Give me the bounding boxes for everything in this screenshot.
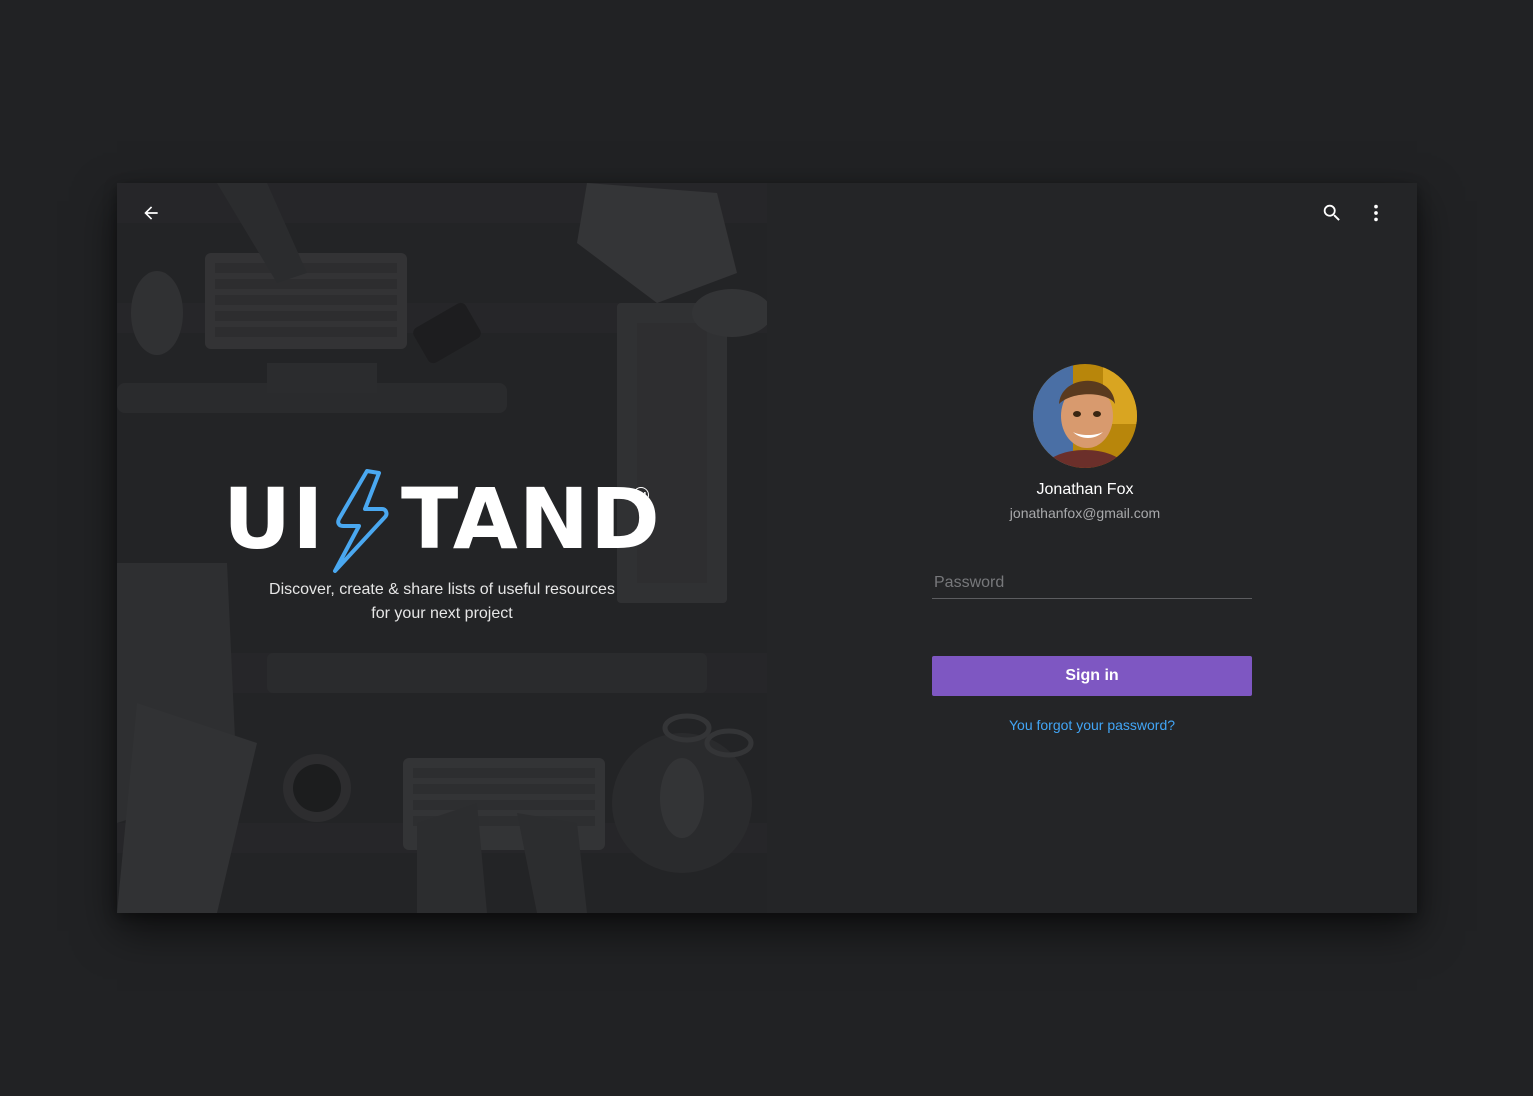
search-button[interactable] [1319,201,1345,229]
more-options-button[interactable] [1363,201,1389,229]
user-name: Jonathan Fox [1036,481,1134,498]
trademark-badge: TM [633,487,649,503]
search-icon [1321,202,1343,229]
user-email: jonathanfox@gmail.com [1009,505,1161,521]
hero-tagline: Discover, create & share lists of useful… [217,578,667,626]
login-card: UI TAND TM Discover, create & share list… [117,183,1417,913]
brand-logo: UI TAND TM [223,469,663,579]
password-field[interactable] [932,568,1252,599]
tagline-line-2: for your next project [371,605,513,622]
signin-panel: Jonathan Fox jonathanfox@gmail.com Sign … [767,183,1417,913]
forgot-password-link[interactable]: You forgot your password? [932,717,1252,733]
logo-text-right: TAND [401,470,661,568]
avatar [1033,364,1137,468]
logo-text-left: UI [223,470,325,568]
hero-panel: UI TAND TM Discover, create & share list… [117,183,767,913]
back-button[interactable] [137,201,165,229]
signin-button[interactable]: Sign in [932,656,1252,696]
tagline-line-1: Discover, create & share lists of useful… [269,581,615,598]
lightning-bolt-icon [319,469,399,578]
password-input[interactable] [932,568,1252,598]
toolbar-actions [1319,201,1389,229]
more-vert-icon [1365,202,1387,229]
arrow-left-icon [141,203,161,228]
